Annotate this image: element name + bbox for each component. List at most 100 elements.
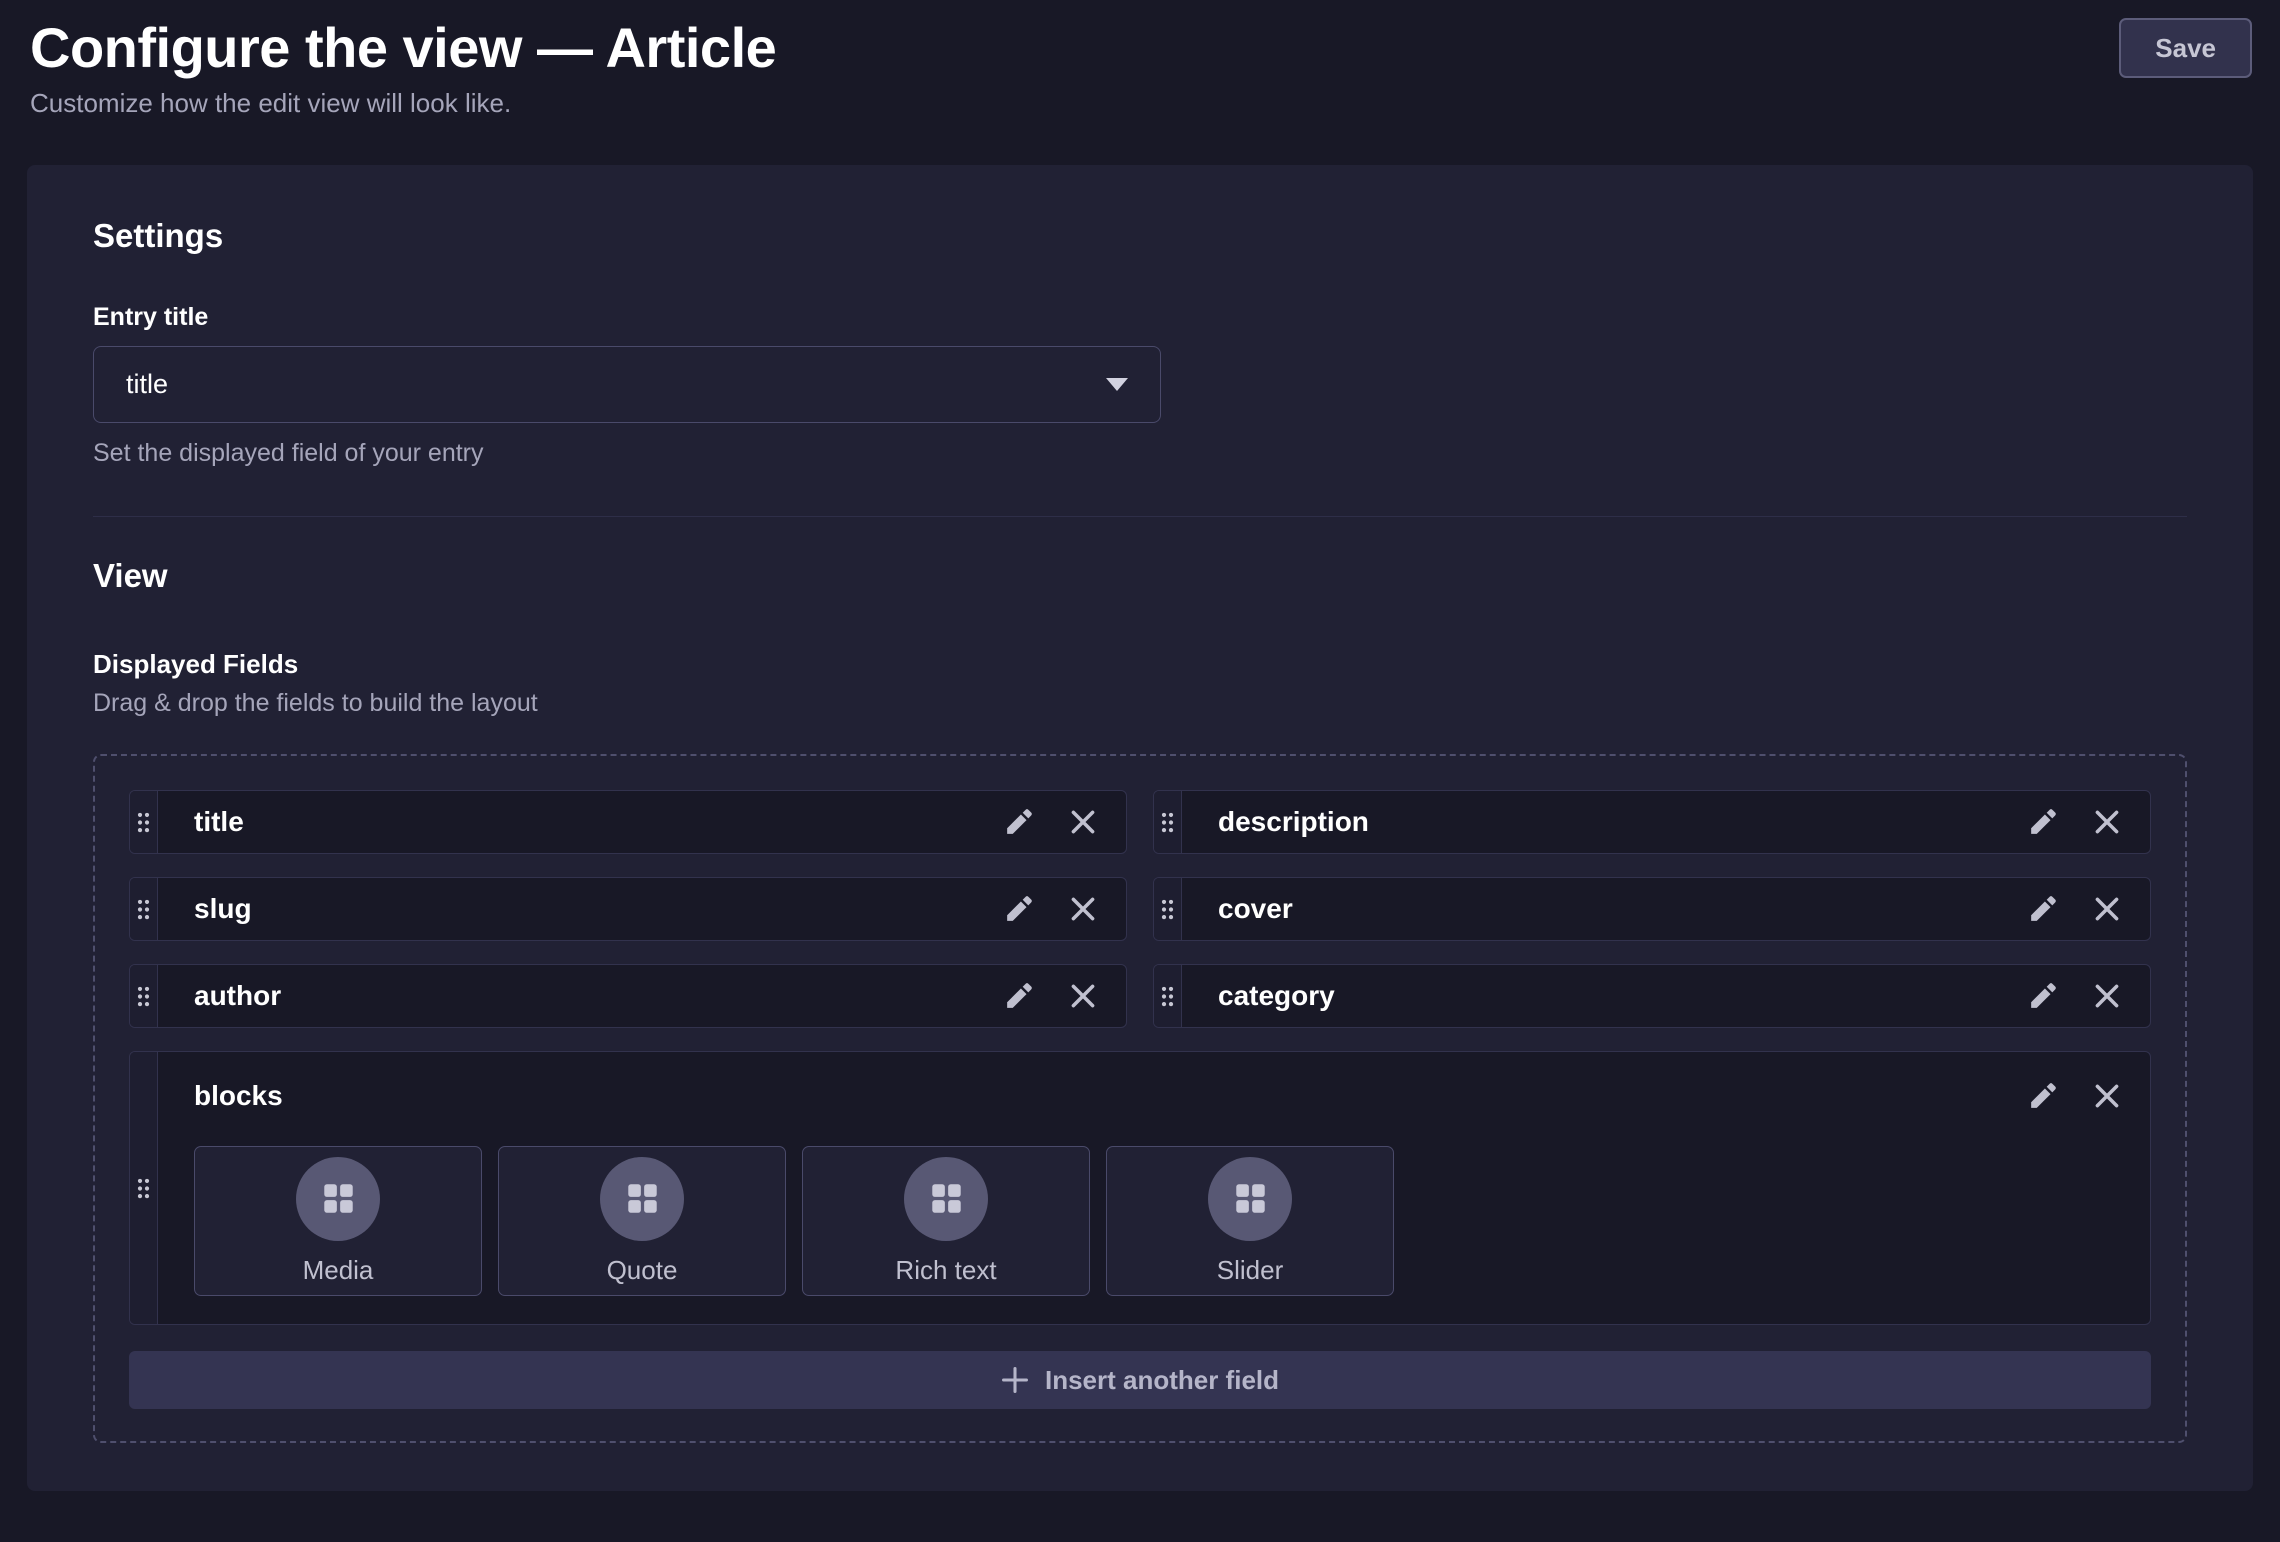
drag-dots-icon [1161,986,1174,1007]
field-row-content: description [1182,791,2150,853]
field-row-content: cover [1182,878,2150,940]
remove-field-button[interactable] [1060,973,1106,1019]
component-label: Slider [1217,1255,1283,1286]
close-icon [2091,1080,2123,1112]
drag-dots-icon [137,812,150,833]
field-row-content: category [1182,965,2150,1027]
drag-handle[interactable] [1154,791,1182,853]
pencil-icon [2027,1080,2059,1112]
configure-view-page: Configure the view — Article Customize h… [0,0,2280,1542]
entry-title-select-value: title [126,369,168,400]
blocks-content: blocks [158,1052,2150,1324]
field-row-content: slug [158,878,1126,940]
component-card-slider[interactable]: Slider [1106,1146,1394,1296]
fields-grid: title description [129,790,2151,1325]
remove-field-button[interactable] [2084,973,2130,1019]
field-row-slug: slug [129,877,1127,941]
drag-dots-icon [137,899,150,920]
drag-handle[interactable] [1154,878,1182,940]
remove-field-button[interactable] [1060,799,1106,845]
field-label: slug [194,893,978,925]
pencil-icon [2027,806,2059,838]
component-icon-circle [904,1157,988,1241]
fields-dropzone: title description [93,754,2187,1443]
drag-handle[interactable] [130,965,158,1027]
entry-title-hint: Set the displayed field of your entry [93,439,2187,468]
view-section-title: View [93,557,2187,595]
close-icon [1067,893,1099,925]
component-icon-circle [296,1157,380,1241]
remove-field-button[interactable] [2084,799,2130,845]
grid-icon [1233,1181,1268,1216]
close-icon [1067,980,1099,1012]
field-row-content: title [158,791,1126,853]
component-card-rich-text[interactable]: Rich text [802,1146,1090,1296]
remove-field-button[interactable] [2084,1073,2130,1119]
pencil-icon [1003,893,1035,925]
entry-title-label: Entry title [93,303,2187,332]
edit-field-button[interactable] [2020,973,2066,1019]
component-label: Media [303,1255,374,1286]
drag-dots-icon [137,1178,150,1199]
blocks-header: blocks [194,1068,2130,1124]
edit-field-button[interactable] [2020,799,2066,845]
edit-field-button[interactable] [996,886,1042,932]
drag-dots-icon [137,986,150,1007]
grid-icon [625,1181,660,1216]
section-divider [93,516,2187,517]
chevron-down-icon [1106,378,1128,391]
component-icon-circle [600,1157,684,1241]
edit-field-button[interactable] [996,973,1042,1019]
grid-icon [321,1181,356,1216]
field-label: author [194,980,978,1012]
close-icon [2091,806,2123,838]
pencil-icon [1003,980,1035,1012]
drag-handle[interactable] [130,878,158,940]
pencil-icon [2027,980,2059,1012]
settings-section-title: Settings [93,217,2187,255]
drag-handle[interactable] [130,791,158,853]
displayed-fields-subtitle: Drag & drop the fields to build the layo… [93,689,2187,718]
grid-icon [929,1181,964,1216]
page-header: Configure the view — Article Customize h… [0,0,2280,119]
insert-field-button[interactable]: Insert another field [129,1351,2151,1409]
field-row-blocks: blocks [129,1051,2151,1325]
close-icon [2091,893,2123,925]
field-row-description: description [1153,790,2151,854]
pencil-icon [1003,806,1035,838]
plus-icon [1001,1366,1029,1394]
edit-field-button[interactable] [2020,886,2066,932]
main-card: Settings Entry title title Set the displ… [27,165,2253,1491]
remove-field-button[interactable] [1060,886,1106,932]
drag-handle[interactable] [1154,965,1182,1027]
component-label: Quote [607,1255,678,1286]
drag-handle[interactable] [130,1052,158,1324]
save-button[interactable]: Save [2119,18,2252,78]
field-row-author: author [129,964,1127,1028]
field-label: description [1218,806,2002,838]
component-card-media[interactable]: Media [194,1146,482,1296]
field-label: blocks [194,1080,2002,1112]
field-label: title [194,806,978,838]
edit-field-button[interactable] [996,799,1042,845]
header-text: Configure the view — Article Customize h… [30,16,776,119]
close-icon [2091,980,2123,1012]
field-row-cover: cover [1153,877,2151,941]
page-title: Configure the view — Article [30,16,776,80]
component-card-quote[interactable]: Quote [498,1146,786,1296]
field-row-title: title [129,790,1127,854]
remove-field-button[interactable] [2084,886,2130,932]
pencil-icon [2027,893,2059,925]
component-list: Media Quote [194,1146,2130,1296]
component-icon-circle [1208,1157,1292,1241]
drag-dots-icon [1161,812,1174,833]
page-subtitle: Customize how the edit view will look li… [30,88,776,119]
displayed-fields-title: Displayed Fields [93,649,2187,680]
drag-dots-icon [1161,899,1174,920]
field-row-category: category [1153,964,2151,1028]
component-label: Rich text [895,1255,996,1286]
close-icon [1067,806,1099,838]
edit-field-button[interactable] [2020,1073,2066,1119]
insert-field-label: Insert another field [1045,1365,1279,1396]
entry-title-select[interactable]: title [93,346,1161,423]
